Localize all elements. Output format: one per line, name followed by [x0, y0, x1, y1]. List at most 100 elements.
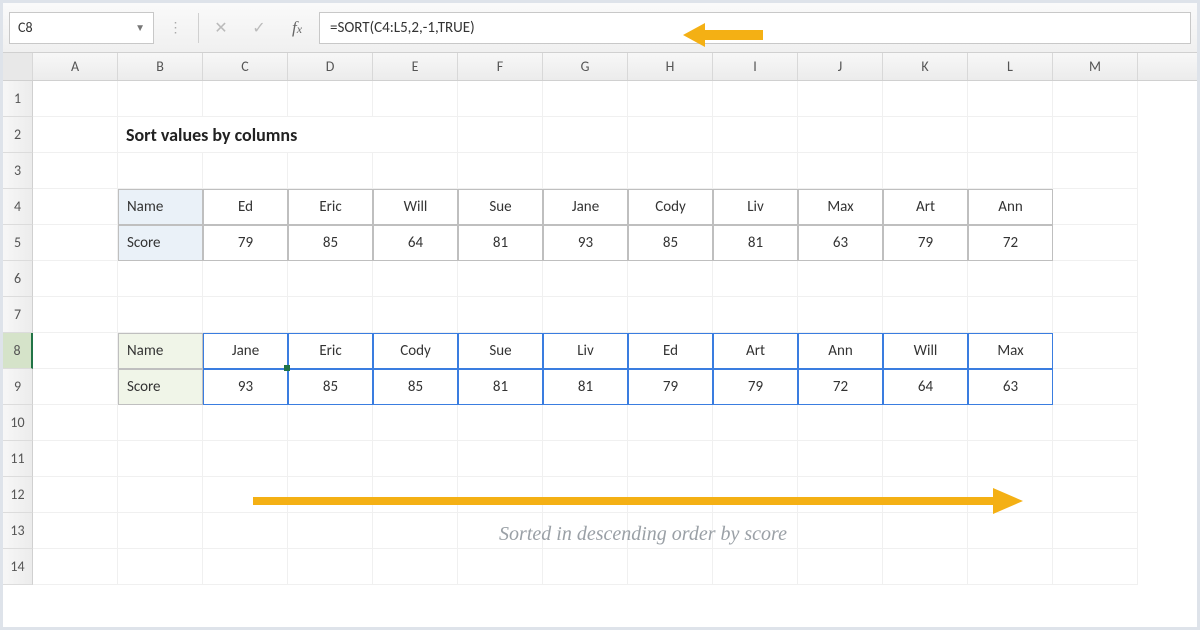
- cell[interactable]: [798, 297, 883, 333]
- select-all-corner[interactable]: [3, 53, 33, 80]
- cell[interactable]: [203, 261, 288, 297]
- cell[interactable]: [458, 153, 543, 189]
- cell[interactable]: [373, 153, 458, 189]
- cell[interactable]: [118, 477, 203, 513]
- cell[interactable]: [118, 549, 203, 585]
- cell[interactable]: [1053, 153, 1138, 189]
- cell[interactable]: [458, 549, 543, 585]
- cell[interactable]: [628, 261, 713, 297]
- cell[interactable]: [543, 153, 628, 189]
- cell[interactable]: [883, 405, 968, 441]
- table1-score[interactable]: 79: [883, 225, 968, 261]
- col-header[interactable]: L: [968, 53, 1053, 80]
- cell[interactable]: [628, 153, 713, 189]
- row-header[interactable]: 4: [3, 189, 33, 225]
- cell[interactable]: [288, 153, 373, 189]
- table2-score[interactable]: 85: [373, 369, 458, 405]
- cell[interactable]: [203, 81, 288, 117]
- fx-icon[interactable]: fx: [281, 12, 313, 44]
- table2-name[interactable]: Max: [968, 333, 1053, 369]
- cell[interactable]: [33, 549, 118, 585]
- cell[interactable]: [543, 549, 628, 585]
- col-header[interactable]: B: [118, 53, 203, 80]
- cell[interactable]: [968, 153, 1053, 189]
- cell[interactable]: [628, 81, 713, 117]
- col-header[interactable]: F: [458, 53, 543, 80]
- cell[interactable]: [203, 441, 288, 477]
- cell[interactable]: [968, 117, 1053, 153]
- cell[interactable]: [543, 405, 628, 441]
- cell[interactable]: [1053, 477, 1138, 513]
- table2-name[interactable]: Sue: [458, 333, 543, 369]
- cell[interactable]: [33, 405, 118, 441]
- cell[interactable]: [118, 513, 203, 549]
- cell[interactable]: [33, 189, 118, 225]
- cell[interactable]: [543, 441, 628, 477]
- table1-label-name[interactable]: Name: [118, 189, 203, 225]
- col-header[interactable]: H: [628, 53, 713, 80]
- table2-name[interactable]: Art: [713, 333, 798, 369]
- cell[interactable]: [203, 513, 288, 549]
- more-icon[interactable]: ⋮: [160, 12, 192, 44]
- table2-score[interactable]: 64: [883, 369, 968, 405]
- table2-name[interactable]: Liv: [543, 333, 628, 369]
- cell[interactable]: [883, 549, 968, 585]
- table2-score[interactable]: 81: [543, 369, 628, 405]
- row-header[interactable]: 9: [3, 369, 33, 405]
- table1-score[interactable]: 72: [968, 225, 1053, 261]
- table1-score[interactable]: 85: [288, 225, 373, 261]
- cell[interactable]: [713, 81, 798, 117]
- table1-name[interactable]: Jane: [543, 189, 628, 225]
- table1-name[interactable]: Cody: [628, 189, 713, 225]
- cell[interactable]: [33, 117, 118, 153]
- cell[interactable]: [713, 405, 798, 441]
- cell[interactable]: [203, 153, 288, 189]
- row-header[interactable]: 11: [3, 441, 33, 477]
- table2-label-score[interactable]: Score: [118, 369, 203, 405]
- table2-name[interactable]: Eric: [288, 333, 373, 369]
- col-header[interactable]: A: [33, 53, 118, 80]
- table1-score[interactable]: 81: [458, 225, 543, 261]
- cell[interactable]: [798, 549, 883, 585]
- cell[interactable]: [628, 441, 713, 477]
- cell[interactable]: [288, 441, 373, 477]
- cell[interactable]: [1053, 81, 1138, 117]
- cell[interactable]: [1053, 117, 1138, 153]
- table1-name[interactable]: Liv: [713, 189, 798, 225]
- table1-score[interactable]: 93: [543, 225, 628, 261]
- cell[interactable]: [883, 153, 968, 189]
- cell[interactable]: [288, 81, 373, 117]
- table1-score[interactable]: 63: [798, 225, 883, 261]
- col-header[interactable]: E: [373, 53, 458, 80]
- cell[interactable]: [458, 261, 543, 297]
- cell[interactable]: [1053, 297, 1138, 333]
- cell[interactable]: [33, 225, 118, 261]
- row-header[interactable]: 13: [3, 513, 33, 549]
- table1-name[interactable]: Ed: [203, 189, 288, 225]
- cell[interactable]: [1053, 225, 1138, 261]
- cell[interactable]: [543, 117, 628, 153]
- cell[interactable]: [33, 477, 118, 513]
- cell[interactable]: [1053, 405, 1138, 441]
- table2-score[interactable]: 93: [203, 369, 288, 405]
- cell[interactable]: [798, 81, 883, 117]
- cell[interactable]: [118, 441, 203, 477]
- cell[interactable]: [883, 81, 968, 117]
- cell[interactable]: [118, 261, 203, 297]
- cell[interactable]: [458, 441, 543, 477]
- table2-score[interactable]: 79: [628, 369, 713, 405]
- cell[interactable]: [118, 153, 203, 189]
- cell[interactable]: [798, 153, 883, 189]
- table2-name[interactable]: Ed: [628, 333, 713, 369]
- cell[interactable]: [203, 297, 288, 333]
- cell[interactable]: [1053, 513, 1138, 549]
- cell[interactable]: [543, 297, 628, 333]
- cell[interactable]: [1053, 549, 1138, 585]
- cell[interactable]: [203, 549, 288, 585]
- cell[interactable]: [798, 261, 883, 297]
- cell[interactable]: [118, 405, 203, 441]
- cell[interactable]: [458, 405, 543, 441]
- table1-label-score[interactable]: Score: [118, 225, 203, 261]
- cell[interactable]: [713, 117, 798, 153]
- cell[interactable]: [33, 513, 118, 549]
